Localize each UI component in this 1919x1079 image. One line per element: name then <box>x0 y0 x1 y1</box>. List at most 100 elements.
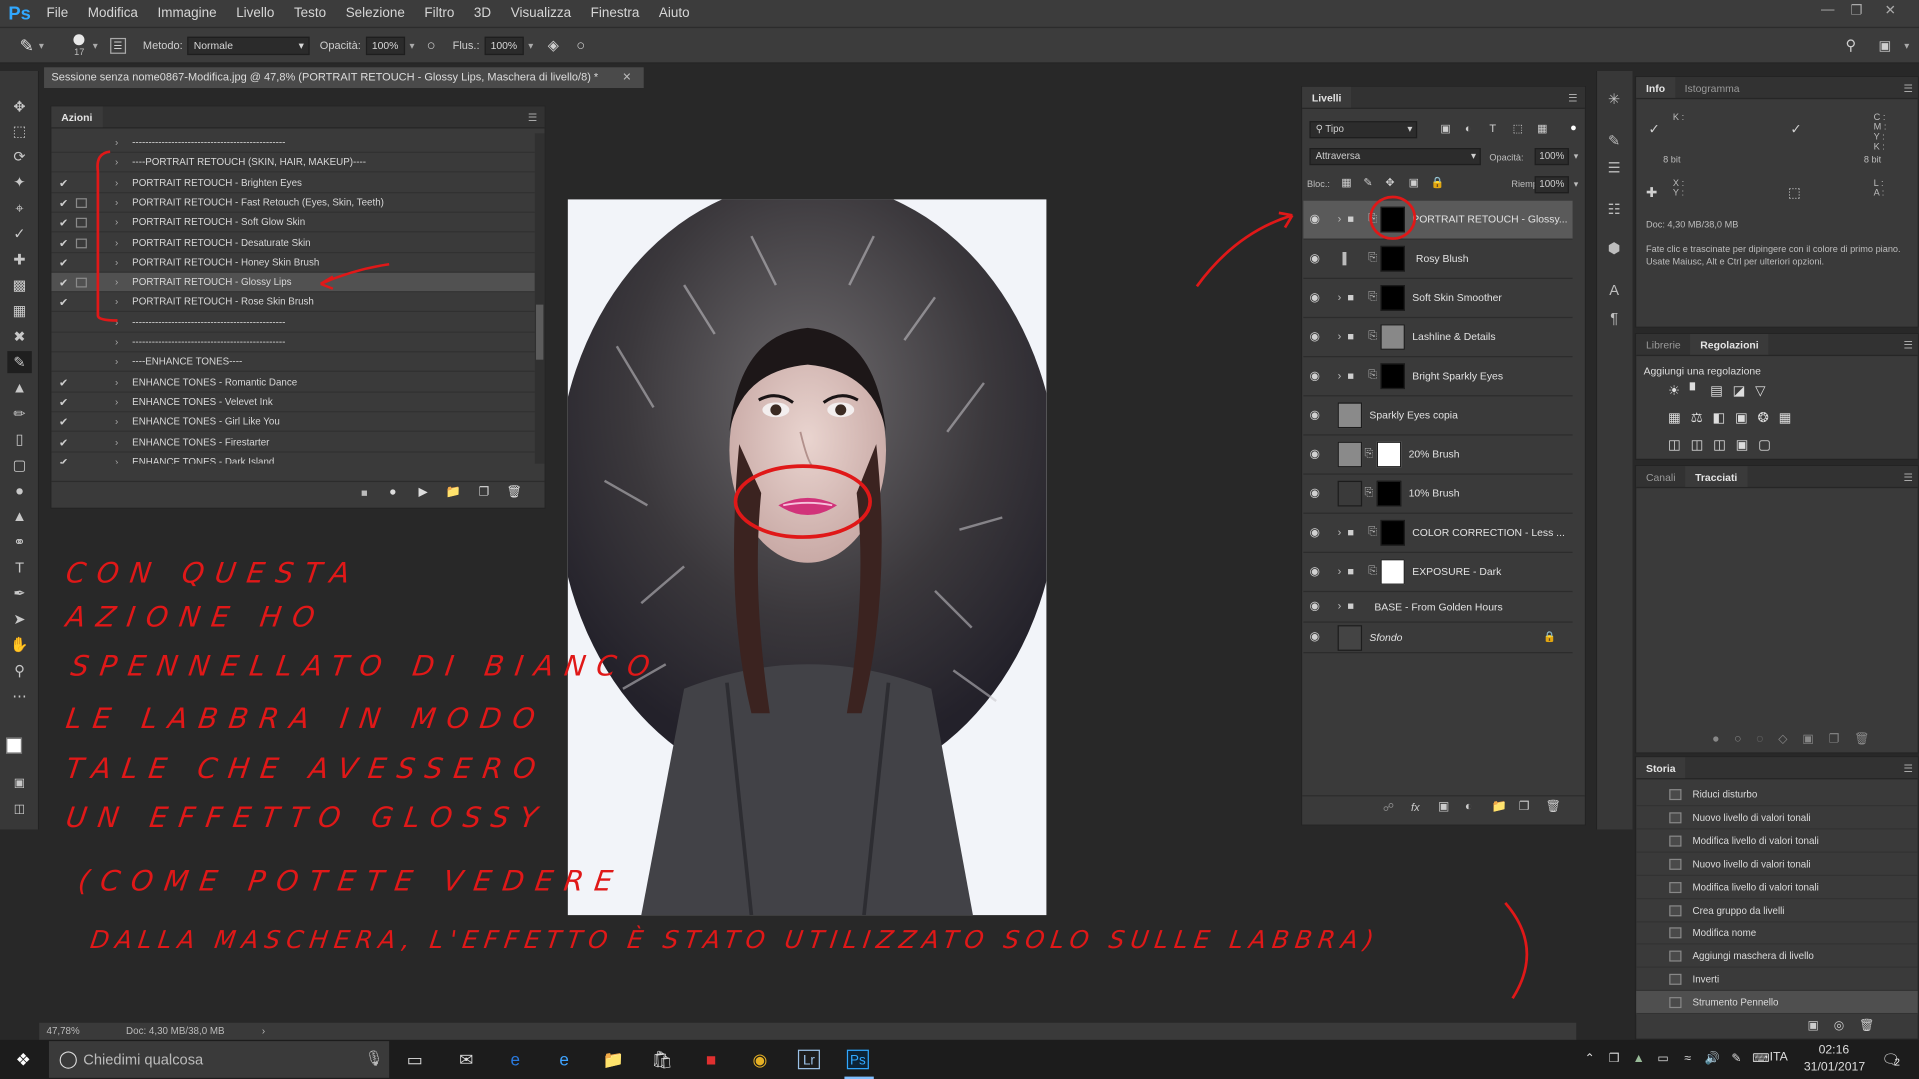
visibility-eye-icon[interactable]: ◉ <box>1309 369 1320 382</box>
history-row[interactable]: Riduci disturbo <box>1636 783 1918 807</box>
checkmark-icon[interactable]: ✔ <box>58 213 70 233</box>
dialog-toggle-icon[interactable] <box>75 217 87 228</box>
expand-arrow-icon[interactable]: › <box>115 432 118 452</box>
store-icon[interactable]: 🛍 <box>651 1050 673 1070</box>
flow-dropdown-icon[interactable]: ▾ <box>528 40 533 51</box>
tray-battery-icon[interactable]: ▭ <box>1652 1050 1674 1070</box>
visibility-eye-icon[interactable]: ◉ <box>1309 487 1320 500</box>
tab-info[interactable]: Info <box>1636 77 1675 98</box>
exposure-icon[interactable]: ◪ <box>1733 384 1756 399</box>
visibility-eye-icon[interactable]: ◉ <box>1309 252 1320 265</box>
photoshop-taskbar-icon[interactable]: Ps <box>846 1049 869 1070</box>
action-row[interactable]: ✔ › ENHANCE TONES - Dark Island <box>51 452 534 464</box>
record-icon[interactable]: ● <box>389 486 396 499</box>
fill-path-icon[interactable]: ● <box>1712 733 1734 746</box>
tray-app-icon[interactable]: ❒ <box>1603 1050 1625 1070</box>
paragraph-icon[interactable]: ¶ <box>1604 310 1624 330</box>
checkmark-icon[interactable]: ✔ <box>58 273 70 293</box>
photo-filter-icon[interactable]: ▣ <box>1735 411 1758 426</box>
blur-tool-icon[interactable]: ● <box>7 480 31 502</box>
character-icon[interactable]: A <box>1604 281 1624 301</box>
checkmark-icon[interactable]: ✔ <box>58 373 70 393</box>
mask-link-icon[interactable]: ⎘ <box>1365 447 1374 460</box>
action-row[interactable]: ✔ › PORTRAIT RETOUCH - Soft Glow Skin <box>51 213 535 233</box>
acrobat-icon[interactable]: ■ <box>700 1050 722 1070</box>
layer-row[interactable]: ◉ ⎘ 20% Brush <box>1303 436 1573 475</box>
edge-icon[interactable]: e <box>504 1050 526 1070</box>
screen-mode-icon[interactable]: ◫ <box>7 799 31 821</box>
expand-arrow-icon[interactable]: › <box>115 153 118 173</box>
mask-link-icon[interactable]: ⎘ <box>1368 368 1377 381</box>
move-tool-icon[interactable]: ✥ <box>7 95 31 117</box>
history-row[interactable]: Crea gruppo da livelli <box>1636 899 1918 922</box>
layer-row[interactable]: ◉ › ■ ⎘ Lashline & Details <box>1303 318 1573 358</box>
expand-arrow-icon[interactable]: › <box>115 293 118 313</box>
clock-time[interactable]: 02:16 <box>1819 1044 1850 1057</box>
tray-chevron-icon[interactable]: ⌃ <box>1579 1050 1601 1070</box>
layer-mask-thumbnail[interactable] <box>1380 206 1405 233</box>
visibility-eye-icon[interactable]: ◉ <box>1309 448 1320 461</box>
eyedropper-tool-icon[interactable]: ✓ <box>7 223 31 245</box>
expand-arrow-icon[interactable]: › <box>115 373 118 393</box>
layer-row[interactable]: ◉ › ■ ⎘ COLOR CORRECTION - Less ... <box>1303 514 1573 553</box>
language-indicator[interactable]: ITA <box>1770 1051 1788 1064</box>
workspace-icon[interactable]: ▣ <box>1879 37 1892 54</box>
healing-brush-tool-icon[interactable]: ✚ <box>7 248 31 270</box>
crop-tool-icon[interactable]: ⌖ <box>7 197 31 219</box>
expand-arrow-icon[interactable]: › <box>115 313 118 333</box>
layer-row[interactable]: ◉ ⎘ 10% Brush <box>1303 475 1573 514</box>
menu-3d[interactable]: 3D <box>464 6 501 21</box>
checkmark-icon[interactable]: ✔ <box>58 393 70 413</box>
play-icon[interactable]: ▶ <box>419 486 428 499</box>
pen-icon[interactable]: ✎ <box>1726 1050 1748 1070</box>
layer-row[interactable]: ◉ › ■ ⎘ PORTRAIT RETOUCH - Glossy... <box>1303 200 1573 240</box>
tab-livelli[interactable]: Livelli <box>1302 86 1352 108</box>
expand-group-icon[interactable]: › <box>1338 330 1342 342</box>
history-brush-tool-icon[interactable]: ✏ <box>7 402 31 424</box>
layer-row[interactable]: ◉ › ■ ⎘ Bright Sparkly Eyes <box>1303 357 1573 397</box>
expand-arrow-icon[interactable]: › <box>115 133 118 153</box>
dialog-toggle-icon[interactable] <box>75 198 87 208</box>
panel-menu-icon[interactable]: ☰ <box>1903 757 1912 779</box>
zoom-tool-icon[interactable]: ⚲ <box>7 659 31 681</box>
layer-mask-thumbnail[interactable] <box>1376 441 1402 468</box>
chrome-icon[interactable]: ◉ <box>749 1050 771 1070</box>
zoom-level[interactable]: 47,78% <box>47 1023 80 1040</box>
tab-librerie[interactable]: Librerie <box>1636 334 1690 355</box>
new-set-icon[interactable]: 📁 <box>445 486 460 499</box>
history-row[interactable]: Strumento Pennello <box>1636 991 1918 1015</box>
expand-group-icon[interactable]: › <box>1338 369 1342 381</box>
tab-azioni[interactable]: Azioni <box>51 106 103 128</box>
clone-stamp-tool-icon[interactable]: ▲ <box>7 377 31 399</box>
actions-scrollbar[interactable] <box>534 133 545 464</box>
action-row[interactable]: › ----PORTRAIT RETOUCH (SKIN, HAIR, MAKEU… <box>51 153 535 173</box>
stop-icon[interactable]: ■ <box>361 487 368 499</box>
bw-icon[interactable]: ◧ <box>1712 411 1735 426</box>
layer-row[interactable]: ◉ Sparkly Eyes copia <box>1303 396 1573 436</box>
checkmark-icon[interactable]: ✔ <box>58 233 70 253</box>
checkmark-icon[interactable]: ✔ <box>58 413 70 433</box>
expand-arrow-icon[interactable]: › <box>115 233 118 253</box>
properties-icon[interactable]: ☰ <box>1604 159 1624 179</box>
spot-brush-tool-icon[interactable]: ▩ <box>7 274 31 296</box>
color-lookup-icon[interactable]: ▦ <box>1779 411 1802 426</box>
layer-opacity-input[interactable]: 100% <box>1534 148 1569 166</box>
tool-preset-dropdown[interactable]: ▾ <box>39 40 44 51</box>
wifi-icon[interactable]: ≈ <box>1677 1050 1699 1070</box>
delete-state-icon[interactable]: 🗑 <box>1859 1019 1889 1032</box>
opacity-input[interactable]: 100% <box>365 36 405 55</box>
menu-testo[interactable]: Testo <box>284 6 336 21</box>
expand-arrow-icon[interactable]: › <box>115 213 118 233</box>
tab-canali[interactable]: Canali <box>1636 466 1685 487</box>
brush-preset-picker[interactable]: 17 <box>71 33 88 57</box>
delete-path-icon[interactable]: 🗑 <box>1854 733 1884 746</box>
action-row[interactable]: ✔ › PORTRAIT RETOUCH - Desaturate Skin <box>51 233 535 253</box>
history-row[interactable]: Aggiungi maschera di livello <box>1636 945 1918 969</box>
filter-pixel-icon[interactable]: ▣ <box>1440 122 1450 135</box>
hue-sat-icon[interactable]: ▦ <box>1668 411 1691 426</box>
history-row[interactable]: Modifica livello di valori tonali <box>1636 829 1918 853</box>
blend-mode-select[interactable]: Attraversa ▾ <box>1309 148 1481 166</box>
expand-group-icon[interactable]: › <box>1338 526 1342 538</box>
clone-source-icon[interactable]: ☷ <box>1604 201 1624 221</box>
lock-position-icon[interactable]: ✥ <box>1385 176 1394 189</box>
